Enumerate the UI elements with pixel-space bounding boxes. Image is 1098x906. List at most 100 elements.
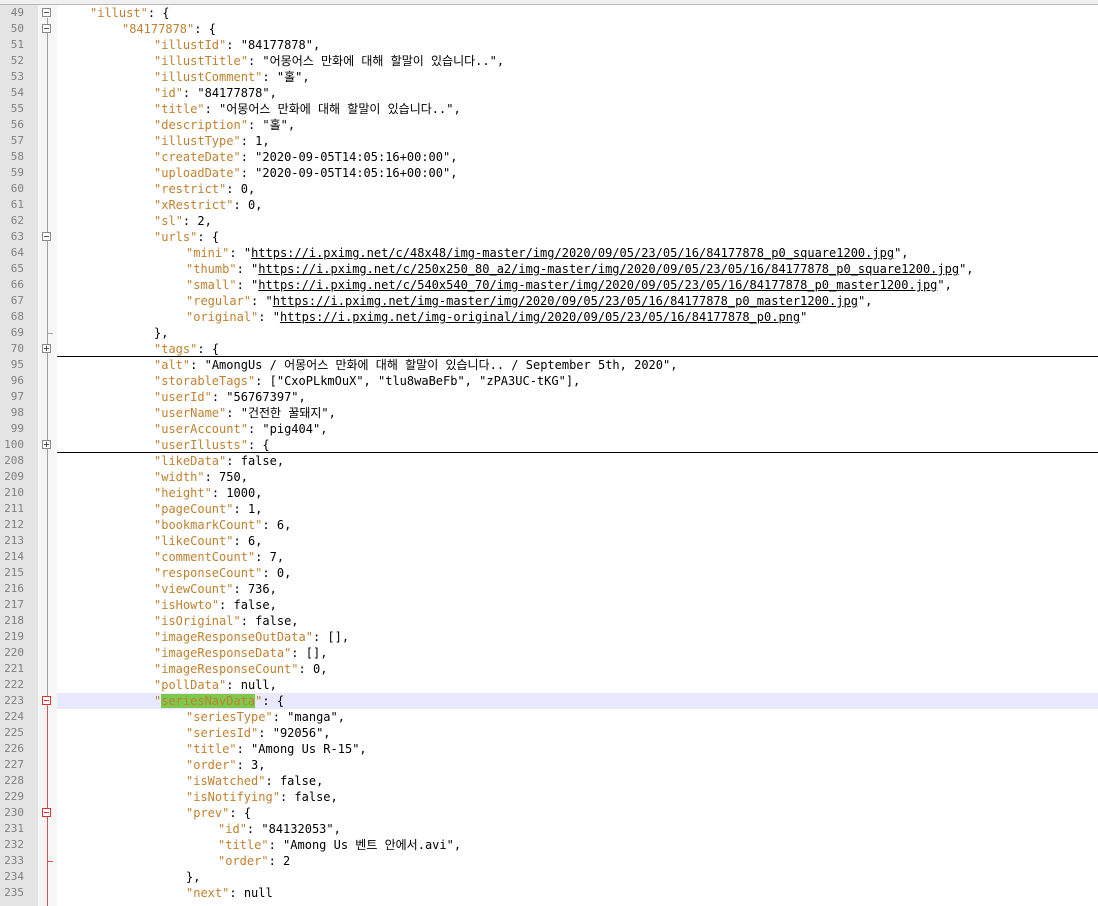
json-key: commentCount [161, 550, 248, 564]
line-number: 69 [10, 326, 24, 339]
json-key: id [225, 822, 240, 836]
code-line[interactable]: 56 "description": "홀", [0, 117, 1098, 133]
code-line[interactable]: 58 "createDate": "2020-09-05T14:05:16+00:… [0, 149, 1098, 165]
code-line[interactable]: 213 "likeCount": 6, [0, 533, 1098, 549]
url-link[interactable]: https://i.pximg.net/img-original/img/202… [280, 310, 800, 324]
code-line[interactable]: 218 "isOriginal": false, [0, 613, 1098, 629]
json-key: isNotifying [193, 790, 273, 804]
json-key: seriesId [193, 726, 252, 740]
code-line[interactable]: 222 "pollData": null, [0, 677, 1098, 693]
code-line[interactable]: 220 "imageResponseData": [], [0, 645, 1098, 661]
line-number: 226 [4, 742, 24, 755]
code-line[interactable]: 52 "illustTitle": "어몽어스 만화에 대해 할말이 있습니다..… [0, 53, 1098, 69]
code-line[interactable]: 50 "84177878": { [0, 21, 1098, 37]
code-line[interactable]: 223 "seriesNavData": { [0, 693, 1098, 709]
json-key: storableTags [161, 374, 248, 388]
code-line[interactable]: 221 "imageResponseCount": 0, [0, 661, 1098, 677]
code-text: "id": "84132053", [218, 822, 341, 836]
code-text: "thumb": "https://i.pximg.net/c/250x250_… [186, 262, 974, 276]
json-value: : " [229, 246, 252, 260]
code-line[interactable]: 225 "seriesId": "92056", [0, 725, 1098, 741]
code-line[interactable]: 62 "sl": 2, [0, 213, 1098, 229]
code-line[interactable]: 61 "xRestrict": 0, [0, 197, 1098, 213]
code-line[interactable]: 235 "next": null [0, 885, 1098, 901]
code-line[interactable]: 49 "illust": { [0, 5, 1098, 21]
code-line[interactable]: 230 "prev": { [0, 805, 1098, 821]
code-text: "pageCount": 1, [154, 502, 263, 516]
json-key: title [225, 838, 262, 852]
json-value: : " [251, 294, 273, 308]
line-number: 100 [4, 438, 24, 451]
code-line[interactable]: 64 "mini": "https://i.pximg.net/c/48x48/i… [0, 245, 1098, 261]
url-link[interactable]: https://i.pximg.net/img-master/img/2020/… [273, 294, 858, 308]
code-line[interactable]: 98 "userName": "건전한 꿀돼지", [0, 405, 1098, 421]
code-line[interactable]: 216 "viewCount": 736, [0, 581, 1098, 597]
json-key: likeData [161, 454, 220, 468]
code-line[interactable]: 228 "isWatched": false, [0, 773, 1098, 789]
code-line[interactable]: 209 "width": 750, [0, 469, 1098, 485]
fold-expand-icon[interactable] [42, 344, 51, 353]
code-line[interactable]: 55 "title": "어몽어스 만화에 대해 할말이 있습니다..", [0, 101, 1098, 117]
json-value: : "어몽어스 만화에 대해 할말이 있습니다..", [204, 102, 461, 116]
line-number: 55 [10, 102, 24, 115]
fold-collapse-icon[interactable] [42, 696, 51, 705]
code-editor[interactable]: 49 "illust": {50 "84177878": {51 "illustId"… [0, 5, 1098, 906]
fold-expand-icon[interactable] [42, 440, 51, 449]
code-line[interactable]: 53 "illustComment": "홀", [0, 69, 1098, 85]
fold-collapse-icon[interactable] [42, 8, 51, 17]
code-line[interactable]: 97 "userId": "56767397", [0, 389, 1098, 405]
code-line[interactable]: 211 "pageCount": 1, [0, 501, 1098, 517]
line-number: 64 [10, 246, 24, 259]
code-line[interactable]: 229 "isNotifying": false, [0, 789, 1098, 805]
code-text: "regular": "https://i.pximg.net/img-mast… [186, 294, 873, 308]
code-line[interactable]: 65 "thumb": "https://i.pximg.net/c/250x25… [0, 261, 1098, 277]
json-key: next [193, 886, 223, 900]
code-line[interactable]: 69}, [0, 325, 1098, 341]
url-link[interactable]: https://i.pximg.net/c/540x540_70/img-mas… [258, 278, 937, 292]
code-line[interactable]: 57 "illustType": 1, [0, 133, 1098, 149]
line-number: 68 [10, 310, 24, 323]
code-line[interactable]: 208 "likeData": false, [0, 453, 1098, 469]
code-line[interactable]: 95 "alt": "AmongUs / 어몽어스 만화에 대해 할말이 있습니다… [0, 357, 1098, 373]
code-line[interactable]: 227 "order": 3, [0, 757, 1098, 773]
line-number: 230 [4, 806, 24, 819]
code-line[interactable]: 100 "userIllusts": { [0, 437, 1098, 453]
code-line[interactable]: 96 "storableTags": ["CxoPLkmOuX", "tlu8wa… [0, 373, 1098, 389]
code-line[interactable]: 63 "urls": { [0, 229, 1098, 245]
code-line[interactable]: 68 "original": "https://i.pximg.net/img-o… [0, 309, 1098, 325]
url-link[interactable]: https://i.pximg.net/c/48x48/img-master/i… [251, 246, 894, 260]
json-value: : 3, [236, 758, 266, 772]
code-line[interactable]: 214 "commentCount": 7, [0, 549, 1098, 565]
code-line[interactable]: 217 "isHowto": false, [0, 597, 1098, 613]
fold-collapse-icon[interactable] [42, 808, 51, 817]
code-line[interactable]: 224 "seriesType": "manga", [0, 709, 1098, 725]
code-text: "seriesType": "manga", [186, 710, 345, 724]
url-link[interactable]: https://i.pximg.net/c/250x250_80_a2/img-… [258, 262, 959, 276]
code-line[interactable]: 70 "tags": { [0, 341, 1098, 357]
fold-collapse-icon[interactable] [42, 24, 51, 33]
code-line[interactable]: 231 "id": "84132053", [0, 821, 1098, 837]
code-line[interactable]: 234}, [0, 869, 1098, 885]
code-line[interactable]: 233 "order": 2 [0, 853, 1098, 869]
code-line[interactable]: 219 "imageResponseOutData": [], [0, 629, 1098, 645]
code-line[interactable]: 60 "restrict": 0, [0, 181, 1098, 197]
json-value: : 0, [233, 198, 263, 212]
code-line[interactable]: 212 "bookmarkCount": 6, [0, 517, 1098, 533]
json-key: createDate [161, 150, 234, 164]
code-line[interactable]: 59 "uploadDate": "2020-09-05T14:05:16+00:… [0, 165, 1098, 181]
json-value: : 750, [204, 470, 248, 484]
code-line[interactable]: 66 "small": "https://i.pximg.net/c/540x54… [0, 277, 1098, 293]
code-line[interactable]: 67 "regular": "https://i.pximg.net/img-ma… [0, 293, 1098, 309]
json-value: : "홀", [247, 118, 296, 132]
code-text: "bookmarkCount": 6, [154, 518, 292, 532]
code-line[interactable]: 215 "responseCount": 0, [0, 565, 1098, 581]
code-line[interactable]: 232 "title": "Among Us 벤트 안에서.avi", [0, 837, 1098, 853]
code-line[interactable]: 99 "userAccount": "pig404", [0, 421, 1098, 437]
code-line[interactable]: 226 "title": "Among Us R-15", [0, 741, 1098, 757]
code-line[interactable]: 51 "illustId": "84177878", [0, 37, 1098, 53]
code-line[interactable]: 54 "id": "84177878", [0, 85, 1098, 101]
line-number: 70 [10, 342, 24, 355]
code-text: "illustTitle": "어몽어스 만화에 대해 할말이 있습니다..", [154, 54, 505, 68]
fold-collapse-icon[interactable] [42, 232, 51, 241]
code-line[interactable]: 210 "height": 1000, [0, 485, 1098, 501]
